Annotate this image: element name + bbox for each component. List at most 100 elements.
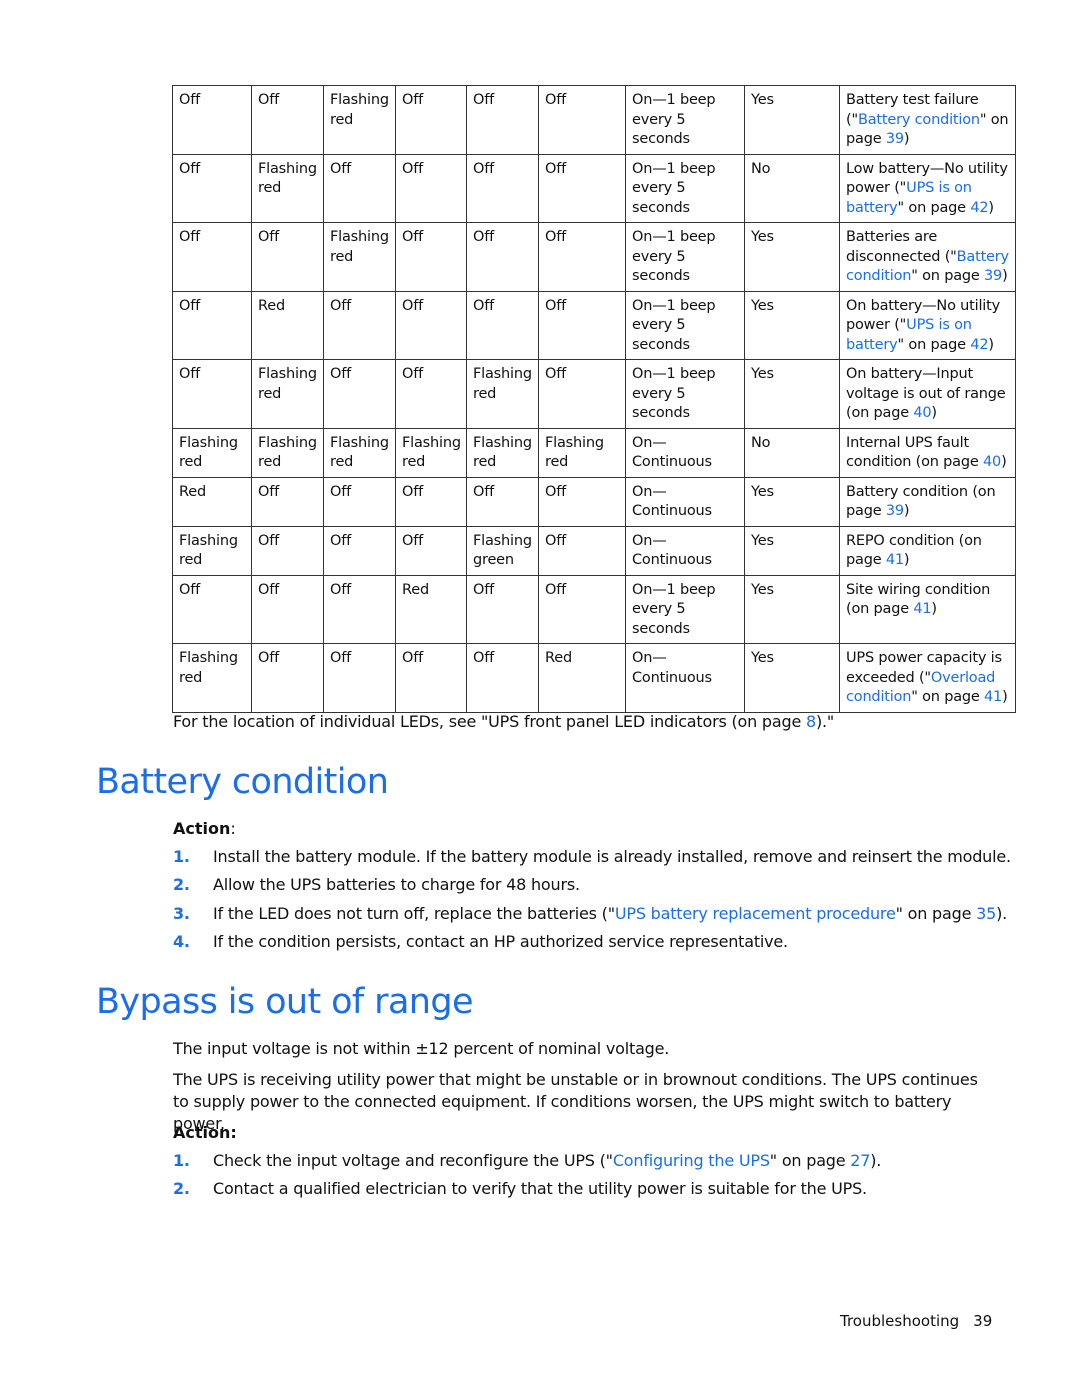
cross-reference-link[interactable]: Configuring the UPS — [613, 1151, 770, 1170]
step-number: 1. — [173, 1151, 190, 1170]
text-run: ) — [931, 601, 937, 617]
cross-reference-link[interactable]: 27 — [850, 1151, 870, 1170]
cross-reference-link[interactable]: 39 — [886, 503, 904, 519]
led-state-cell-5: Flashing green — [466, 525, 539, 576]
alarm-cell: On—1 beep every 5 seconds — [625, 359, 745, 429]
alarm-silence-cell: Yes — [744, 290, 840, 360]
alarm-silence-cell: No — [744, 427, 840, 478]
battery-condition-heading: Battery condition — [96, 762, 389, 802]
condition-cell: Low battery—No utility power ("UPS is on… — [839, 153, 1016, 223]
led-state-cell-4: Off — [395, 290, 467, 360]
led-state-cell-5: Flashing red — [466, 427, 539, 478]
step-item: 2. Contact a qualified electrician to ver… — [173, 1179, 881, 1207]
led-status-table: Off Off Flashing red Off Off Off On—1 beep eve… — [172, 85, 1016, 713]
led-state-cell-1: Off — [172, 359, 252, 429]
condition-cell: Batteries are disconnected ("Battery con… — [839, 222, 1016, 292]
cross-reference-link[interactable]: 42 — [970, 200, 988, 216]
condition-cell: Internal UPS fault condition (on page 40… — [839, 427, 1016, 478]
cross-reference-link[interactable]: 40 — [913, 405, 931, 421]
led-state-cell-5: Off — [466, 574, 539, 644]
text-run: ) — [1002, 268, 1008, 284]
led-state-cell-2: Off — [251, 476, 324, 527]
led-state-cell-2: Off — [251, 525, 324, 576]
led-state-cell-6: Off — [538, 85, 626, 155]
table-row: Red Off Off Off Off Off On—Continuous Yes Batter… — [172, 476, 1016, 527]
text-run: ) — [1001, 454, 1007, 470]
led-state-cell-6: Off — [538, 222, 626, 292]
alarm-cell: On—Continuous — [625, 643, 745, 713]
condition-cell: On battery—No utility power ("UPS is on … — [839, 290, 1016, 360]
alarm-silence-cell: Yes — [744, 359, 840, 429]
text-run: " on page — [911, 268, 985, 284]
cross-reference-link[interactable]: Battery condition — [858, 112, 980, 128]
footer-section: Troubleshooting — [840, 1312, 960, 1330]
led-state-cell-4: Off — [395, 643, 467, 713]
condition-cell: UPS power capacity is exceeded ("Overloa… — [839, 643, 1016, 713]
table-row: Off Off Off Red Off Off On—1 beep every 5 seco… — [172, 574, 1016, 644]
cross-reference-link[interactable]: 41 — [913, 601, 931, 617]
alarm-silence-cell: Yes — [744, 643, 840, 713]
led-state-cell-3: Off — [323, 290, 396, 360]
cross-reference-link[interactable]: 39 — [886, 131, 904, 147]
led-state-cell-3: Off — [323, 574, 396, 644]
note-text-end: )." — [815, 712, 835, 731]
cross-reference-link[interactable]: 40 — [983, 454, 1001, 470]
led-state-cell-6: Off — [538, 476, 626, 527]
table-row: Off Flashing red Off Off Flashing red Off On—1… — [172, 359, 1016, 429]
led-state-cell-3: Flashing red — [323, 85, 396, 155]
led-state-cell-3: Off — [323, 359, 396, 429]
led-state-cell-6: Off — [538, 290, 626, 360]
text-run: Contact a qualified electrician to verif… — [213, 1179, 867, 1199]
text-run: ) — [903, 503, 910, 519]
text-run: " on page — [769, 1151, 851, 1170]
bypass-action-label: Action: — [173, 1123, 237, 1142]
note-page-link[interactable]: 8 — [806, 712, 816, 731]
led-state-cell-2: Flashing red — [251, 153, 324, 223]
condition-cell: Site wiring condition (on page 41) — [839, 574, 1016, 644]
battery-action-label: Action: — [173, 819, 236, 838]
alarm-silence-cell: No — [744, 153, 840, 223]
alarm-silence-cell: Yes — [744, 222, 840, 292]
led-state-cell-3: Off — [323, 153, 396, 223]
led-state-cell-5: Flashing red — [466, 359, 539, 429]
led-state-cell-3: Off — [323, 525, 396, 576]
condition-cell: REPO condition (on page 41) — [839, 525, 1016, 576]
step-number: 3. — [173, 903, 190, 923]
text-run: ) — [988, 199, 994, 216]
alarm-cell: On—Continuous — [625, 525, 745, 576]
alarm-cell: On—1 beep every 5 seconds — [625, 574, 745, 644]
step-item: 1. Check the input voltage and reconfigur… — [173, 1151, 881, 1179]
text-run: ) — [1002, 689, 1008, 705]
note-text: For the location of individual LEDs, see… — [173, 712, 806, 731]
bypass-action-steps: 1. Check the input voltage and reconfigur… — [173, 1151, 881, 1208]
alarm-cell: On—Continuous — [625, 427, 745, 478]
text-run: ). — [870, 1151, 882, 1170]
led-state-cell-4: Flashing red — [395, 427, 467, 478]
led-state-cell-6: Off — [538, 525, 626, 576]
text-run: Allow the UPS batteries to charge for 48… — [213, 875, 580, 895]
step-item: 4. If the condition persists, contact an … — [173, 932, 1011, 960]
alarm-silence-cell: Yes — [744, 525, 840, 576]
cross-reference-link[interactable]: 35 — [976, 904, 996, 923]
led-state-cell-1: Flashing red — [172, 427, 252, 478]
step-number: 4. — [173, 931, 190, 951]
led-state-cell-6: Off — [538, 153, 626, 223]
alarm-silence-cell: Yes — [744, 574, 840, 644]
led-state-cell-1: Off — [172, 222, 252, 292]
bypass-para-2: The UPS is receiving utility power that … — [173, 1070, 978, 1133]
text-run: Install the battery module. If the batte… — [213, 847, 1011, 866]
table-row: Off Red Off Off Off Off On—1 beep every 5 seco… — [172, 290, 1016, 360]
led-state-cell-3: Off — [323, 476, 396, 527]
cross-reference-link[interactable]: 39 — [984, 268, 1002, 284]
cross-reference-link[interactable]: 41 — [984, 689, 1002, 705]
text-run: If the condition persists, contact an HP… — [213, 931, 788, 951]
led-state-cell-1: Off — [172, 290, 252, 360]
cross-reference-link[interactable]: 41 — [886, 552, 904, 568]
led-state-cell-2: Off — [251, 222, 324, 292]
led-state-cell-1: Off — [172, 574, 252, 644]
text-run: ) — [903, 131, 910, 147]
cross-reference-link[interactable]: UPS battery replacement procedure — [615, 904, 896, 923]
led-state-cell-3: Off — [323, 643, 396, 713]
action-colon: : — [230, 819, 236, 838]
cross-reference-link[interactable]: 42 — [970, 337, 988, 353]
